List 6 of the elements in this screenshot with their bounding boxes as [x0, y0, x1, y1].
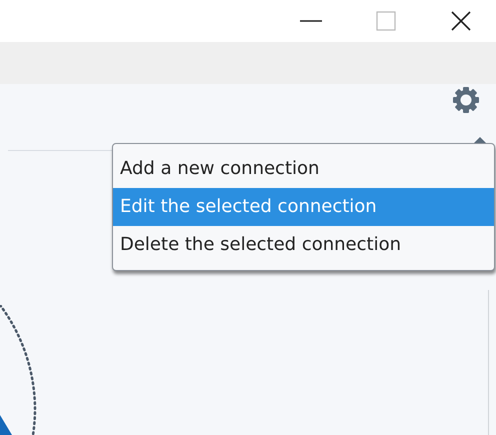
- menu-item[interactable]: Add a new connection: [113, 150, 494, 188]
- maximize-icon: [376, 11, 396, 31]
- close-icon: [450, 10, 472, 32]
- settings-button[interactable]: [452, 86, 480, 114]
- minimize-icon: [300, 20, 322, 22]
- menu-item[interactable]: Delete the selected connection: [113, 226, 494, 264]
